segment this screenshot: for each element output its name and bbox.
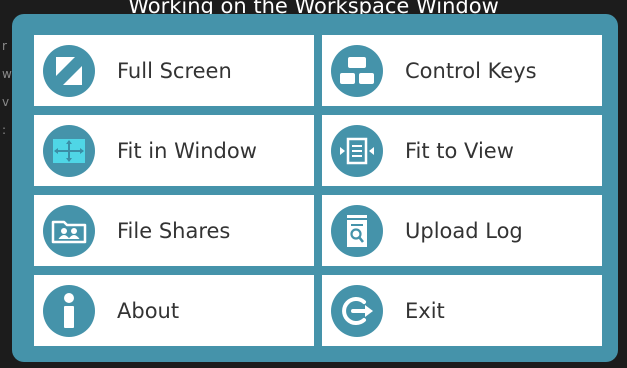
fit-in-window-button[interactable]: Fit in Window xyxy=(34,115,314,186)
fit-in-window-label: Fit in Window xyxy=(117,138,257,163)
about-button[interactable]: About xyxy=(34,275,314,346)
control-keys-label: Control Keys xyxy=(405,58,537,83)
file-shares-label: File Shares xyxy=(117,218,231,243)
control-keys-icon xyxy=(331,44,383,97)
exit-button[interactable]: Exit xyxy=(322,275,602,346)
upload-log-button[interactable]: Upload Log xyxy=(322,195,602,266)
background-text-fragment: r xyxy=(2,39,7,53)
exit-icon xyxy=(331,284,383,337)
fit-to-view-label: Fit to View xyxy=(405,138,514,163)
info-icon xyxy=(43,284,95,337)
fit-to-view-icon xyxy=(331,124,383,177)
full-screen-button[interactable]: Full Screen xyxy=(34,35,314,106)
full-screen-label: Full Screen xyxy=(117,58,232,83)
upload-log-label: Upload Log xyxy=(405,218,523,243)
full-screen-icon xyxy=(43,44,95,97)
menu-grid: Full Screen Control Keys Fit in Window F… xyxy=(34,35,618,346)
background-text-fragment: : xyxy=(2,123,7,137)
background-text-fragment: v xyxy=(2,95,10,109)
file-shares-button[interactable]: File Shares xyxy=(34,195,314,266)
workspace-window: Working on the Workspace Window r w v : … xyxy=(0,0,627,368)
about-label: About xyxy=(117,298,180,323)
fit-to-view-button[interactable]: Fit to View xyxy=(322,115,602,186)
exit-label: Exit xyxy=(405,298,445,323)
background-text-fragment: w xyxy=(2,67,12,81)
toolbar-menu-panel: Full Screen Control Keys Fit in Window F… xyxy=(12,14,618,362)
fit-in-window-icon xyxy=(43,124,95,177)
control-keys-button[interactable]: Control Keys xyxy=(322,35,602,106)
file-shares-icon xyxy=(43,204,95,257)
upload-log-icon xyxy=(331,204,383,257)
